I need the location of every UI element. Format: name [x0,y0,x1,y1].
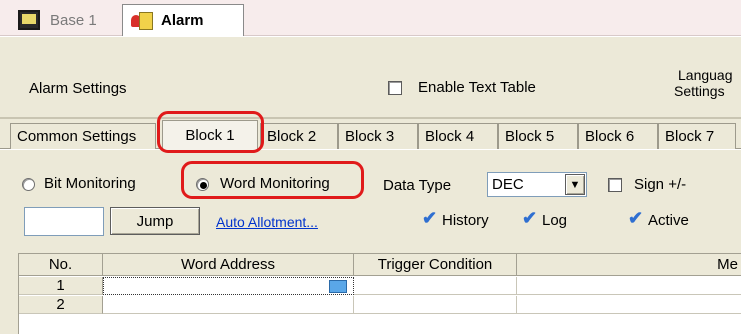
bit-monitoring-radio[interactable] [22,178,35,191]
alarm-icon [131,11,153,30]
log-check-icon: ✔ [522,208,538,228]
column-header-no[interactable]: No. [19,254,103,276]
block-1-highlight [157,111,264,153]
column-header-label: Word Address [181,256,275,273]
trigger-condition-cell[interactable] [354,296,517,314]
word-address-cell[interactable] [103,277,354,295]
row-number: 1 [56,277,65,294]
alarm-settings-panel: Alarm Settings Enable Text Table Languag… [0,37,741,117]
tab-label: Block 3 [345,128,395,145]
tab-label: Block 5 [505,128,555,145]
tab-label: Block 4 [425,128,475,145]
doc-tab-label: Alarm [161,12,204,29]
jump-button-label: Jump [136,212,174,230]
active-label: Active [648,212,689,229]
language-settings-button-line1[interactable]: Languag [678,67,733,83]
language-settings-button-line2[interactable]: Settings [674,83,725,99]
tab-block-2[interactable]: Block 2 [260,123,338,149]
tab-label: Block 7 [665,128,715,145]
table-row[interactable]: 1 [19,277,103,295]
data-type-label: Data Type [383,177,452,194]
tab-block-5[interactable]: Block 5 [498,123,578,149]
tab-label: Block 6 [585,128,635,145]
alarm-settings-label: Alarm Settings [29,80,127,97]
word-monitoring-highlight [181,161,364,199]
column-header-trigger-condition[interactable]: Trigger Condition [354,254,517,276]
jump-input[interactable] [24,207,104,236]
bit-monitoring-label: Bit Monitoring [44,175,136,192]
alarm-table: No. Word Address Trigger Condition Me 1 … [18,253,741,334]
column-header-message[interactable]: Me [517,254,741,276]
sign-label: Sign +/- [634,176,687,193]
active-check-icon: ✔ [628,208,644,228]
enable-text-table-checkbox[interactable] [388,81,402,95]
log-label: Log [542,212,568,229]
document-tab-bar: Base 1 Alarm [0,0,741,36]
column-header-label: Me [717,256,738,273]
word-address-cell[interactable] [103,296,354,314]
tab-label: Block 2 [267,128,317,145]
tab-block-6[interactable]: Block 6 [578,123,658,149]
data-type-select[interactable]: DEC ▼ [487,172,587,197]
doc-tab-base1[interactable]: Base 1 [10,4,105,36]
auto-allotment-link[interactable]: Auto Allotment... [216,214,318,230]
column-header-word-address[interactable]: Word Address [103,254,354,276]
sign-checkbox[interactable] [608,178,622,192]
column-header-label: Trigger Condition [377,256,493,273]
enable-text-table-label: Enable Text Table [418,79,536,96]
trigger-condition-cell[interactable] [354,277,517,295]
tab-label: Common Settings [17,128,137,145]
block-tab-strip: Common Settings Block 1 Block 2 Block 3 … [0,119,741,150]
tab-block-4[interactable]: Block 4 [418,123,498,149]
doc-tab-alarm[interactable]: Alarm [122,4,244,36]
data-type-value: DEC [492,176,524,193]
chevron-down-icon[interactable]: ▼ [565,174,585,195]
message-cell[interactable] [517,277,741,295]
calculator-icon[interactable] [329,280,347,293]
doc-tab-label: Base 1 [50,11,97,29]
monitor-icon [18,10,40,30]
history-label: History [442,212,489,229]
message-cell[interactable] [517,296,741,314]
history-check-icon: ✔ [422,208,438,228]
column-header-label: No. [48,256,73,273]
row-number: 2 [56,296,65,313]
table-row[interactable]: 2 [19,296,103,314]
tab-common-settings[interactable]: Common Settings [10,123,156,149]
tab-block-3[interactable]: Block 3 [338,123,418,149]
jump-button[interactable]: Jump [110,207,200,235]
tab-block-7[interactable]: Block 7 [658,123,736,149]
